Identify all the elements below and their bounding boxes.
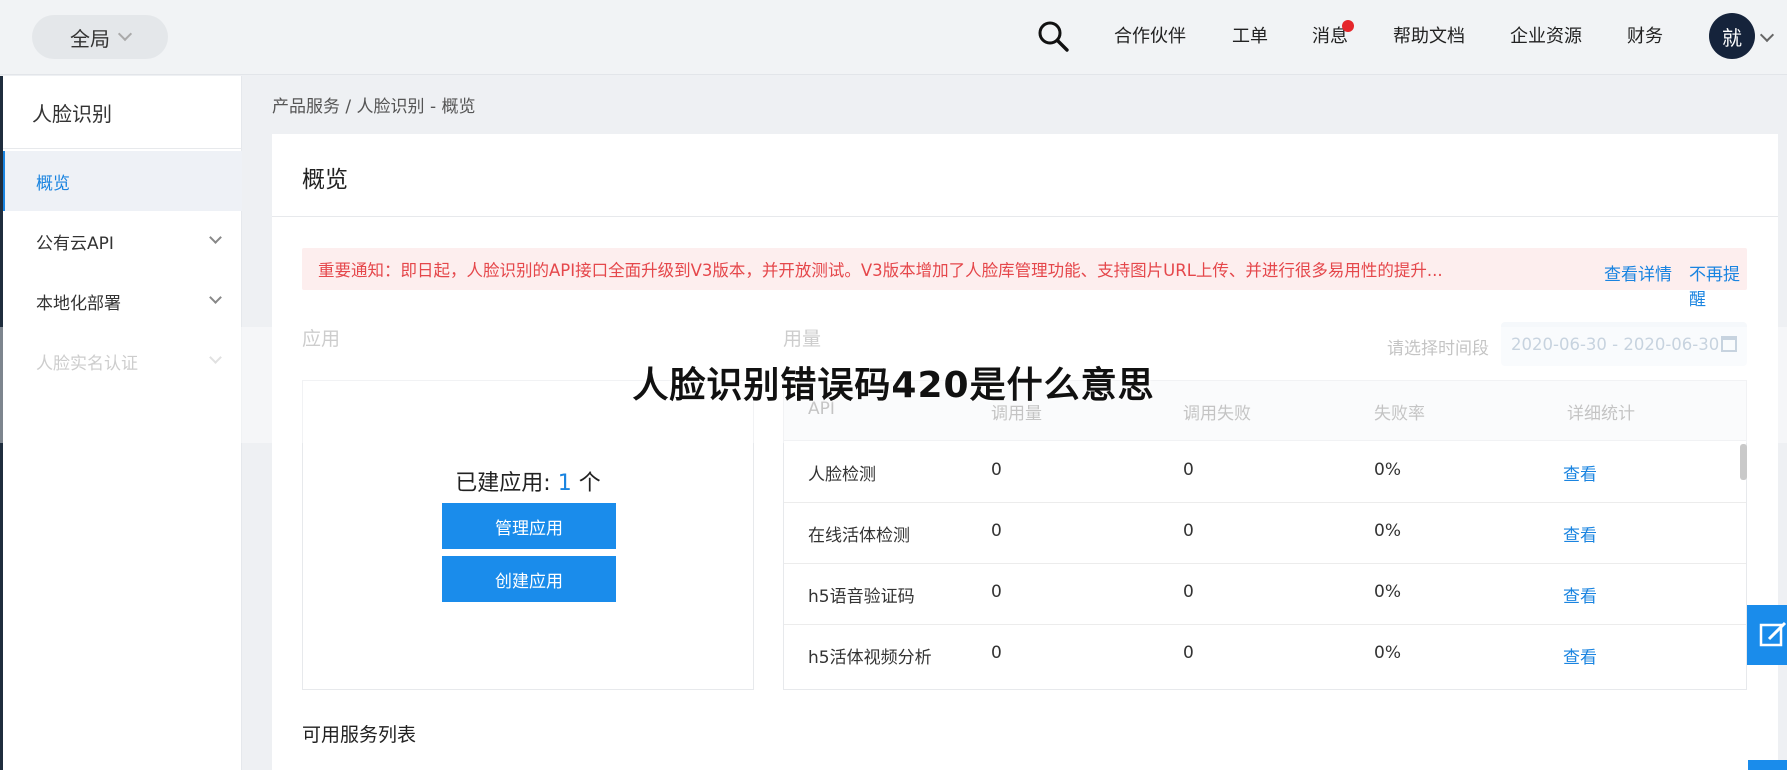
nav-help-docs[interactable]: 帮助文档 [1393,22,1465,48]
chevron-down-icon [209,291,222,304]
manage-apps-button[interactable]: 管理应用 [442,503,616,549]
view-details-link[interactable]: 查看 [1563,582,1597,607]
table-row: 人脸检测 0 0 0% 查看 [784,442,1746,503]
nav-finance[interactable]: 财务 [1627,22,1663,48]
floating-button[interactable] [1748,760,1787,770]
nav-tickets[interactable]: 工单 [1232,22,1268,48]
notice-banner: 重要通知：即日起，人脸识别的API接口全面升级到V3版本，并开放测试。V3版本增… [302,248,1747,310]
divider [272,216,1778,217]
app-count-number: 1 [557,471,572,496]
cell-calls: 0 [991,643,1002,663]
sidebar-item-public-cloud-api[interactable]: 公有云API [0,211,242,271]
notification-badge [1342,20,1354,32]
table-scrollbar[interactable] [1740,444,1747,480]
overlay-headline: 人脸识别错误码420是什么意思 [632,365,1155,406]
sidebar-item-label: 概览 [36,173,70,194]
cell-api: 在线活体检测 [808,526,910,546]
edit-icon [1759,621,1787,647]
sidebar-item-local-deployment[interactable]: 本地化部署 [0,271,242,331]
chevron-down-icon [117,26,133,42]
breadcrumb: 产品服务 / 人脸识别 - 概览 [272,97,476,117]
cell-api: h5活体视频分析 [808,648,932,668]
app-count-prefix: 已建应用: [455,471,558,496]
overview-card: 概览 重要通知：即日起，人脸识别的API接口全面升级到V3版本，并开放测试。V3… [272,134,1778,770]
scope-selector[interactable]: 全局 [32,15,168,59]
cell-calls: 0 [991,582,1002,602]
sidebar-item-overview[interactable]: 概览 [0,151,242,211]
top-bar: 全局 合作伙伴 工单 消息 帮助文档 企业资源 财务 就 [0,0,1787,75]
search-icon[interactable] [1036,19,1070,53]
table-row: h5活体视频分析 0 0 0% 查看 [784,625,1746,686]
app-count: 已建应用: 1 个 [303,465,753,497]
chevron-down-icon [209,231,222,244]
app-count-suffix: 个 [571,471,601,496]
cell-calls: 0 [991,460,1002,480]
table-row: 在线活体检测 0 0 0% 查看 [784,503,1746,564]
view-details-link[interactable]: 查看 [1563,643,1597,668]
view-details-link[interactable]: 查看 [1563,460,1597,485]
feedback-button[interactable] [1747,605,1787,665]
cell-failure-rate: 0% [1374,643,1401,663]
nav-enterprise-resources[interactable]: 企业资源 [1510,22,1582,48]
scope-label: 全局 [70,26,110,51]
notice-text: 重要通知：即日起，人脸识别的API接口全面升级到V3版本，并开放测试。V3版本增… [318,261,1443,280]
nav-partners[interactable]: 合作伙伴 [1114,22,1186,48]
sidebar-title: 人脸识别 [32,102,112,126]
cell-failure-rate: 0% [1374,582,1401,602]
cell-calls: 0 [991,521,1002,541]
divider [0,148,242,149]
cell-failures: 0 [1183,521,1194,541]
page-title: 概览 [302,167,348,193]
notice-detail-link[interactable]: 查看详情 [1604,260,1672,285]
cell-api: h5语音验证码 [808,587,915,607]
cell-api: 人脸检测 [808,465,876,485]
sidebar-item-label: 本地化部署 [36,293,121,314]
view-details-link[interactable]: 查看 [1563,521,1597,546]
notice-dismiss-link[interactable]: 不再提醒 [1689,260,1747,310]
service-list-title: 可用服务列表 [302,724,417,746]
cell-failure-rate: 0% [1374,460,1401,480]
cell-failures: 0 [1183,643,1194,663]
account-chevron-icon[interactable] [1759,27,1775,43]
table-row: h5语音验证码 0 0 0% 查看 [784,564,1746,625]
cell-failures: 0 [1183,460,1194,480]
create-app-button[interactable]: 创建应用 [442,556,616,602]
avatar[interactable]: 就 [1709,13,1755,59]
cell-failures: 0 [1183,582,1194,602]
sidebar-item-label: 公有云API [36,233,114,254]
cell-failure-rate: 0% [1374,521,1401,541]
